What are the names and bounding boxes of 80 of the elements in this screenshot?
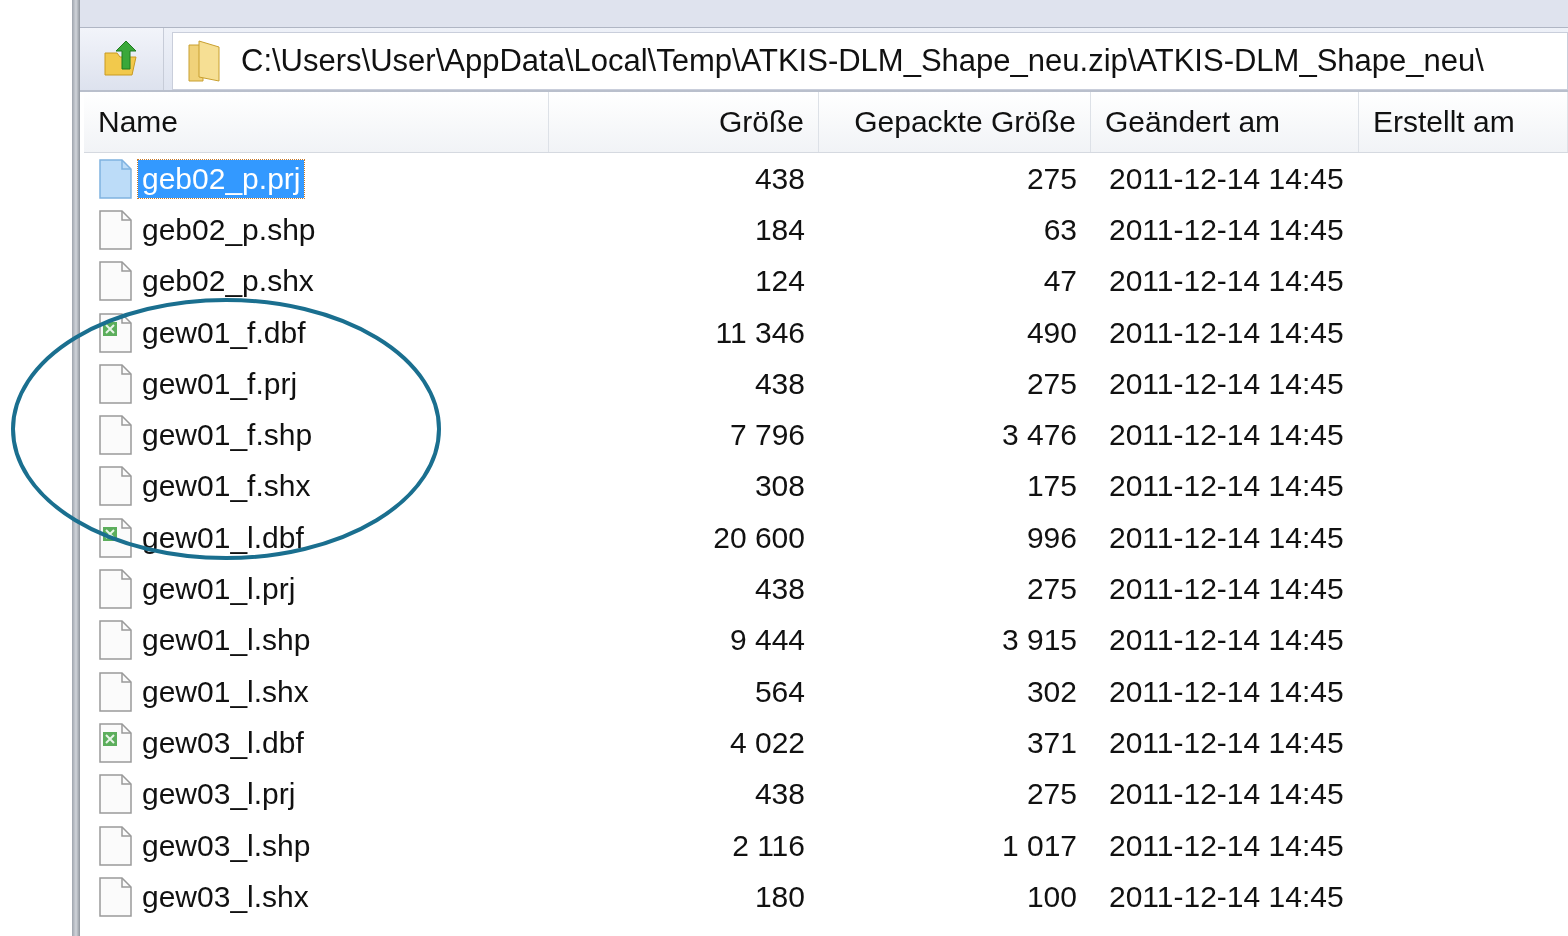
file-name[interactable]: gew01_l.shx	[138, 672, 313, 711]
packed-size-cell-text: 275	[1025, 161, 1078, 196]
column-header[interactable]: Geändert am	[1091, 92, 1359, 152]
size-cell-text: 184	[753, 212, 806, 247]
packed-size-cell-text: 3 915	[1000, 623, 1078, 658]
file-name[interactable]: gew01_f.prj	[138, 364, 302, 403]
file-name[interactable]: gew01_l.prj	[138, 570, 300, 608]
file-icon	[98, 876, 132, 917]
file-icon	[98, 261, 132, 302]
packed-size-cell-text: 371	[1025, 725, 1078, 760]
modified-date-cell-text: 2011-12-14 14:45	[1108, 212, 1345, 247]
size-cell-text: 7 796	[728, 418, 806, 453]
size-cell-text: 180	[753, 879, 806, 914]
modified-date-cell-text: 2011-12-14 14:45	[1108, 161, 1345, 196]
file-icon	[98, 774, 132, 815]
packed-size-cell-text: 175	[1025, 469, 1078, 504]
size-cell-text: 438	[753, 161, 806, 196]
column-header[interactable]: Erstellt am	[1359, 92, 1568, 152]
modified-date-cell-text: 2011-12-14 14:45	[1108, 828, 1345, 863]
modified-date-cell-text: 2011-12-14 14:45	[1108, 777, 1345, 812]
file-icon	[98, 363, 132, 404]
size-cell-text: 124	[753, 264, 806, 299]
modified-date-cell-text: 2011-12-14 14:45	[1108, 264, 1345, 299]
file-name[interactable]: geb02_p.shx	[138, 262, 318, 301]
file-icon	[98, 825, 132, 866]
column-header[interactable]: Gepackte Größe	[819, 92, 1091, 152]
size-cell-text: 2 116	[731, 828, 806, 863]
up-folder-button[interactable]	[80, 28, 164, 90]
modified-date-cell-text: 2011-12-14 14:45	[1108, 674, 1345, 709]
packed-size-cell-text: 275	[1025, 777, 1078, 812]
size-cell-text: 20 600	[712, 520, 806, 555]
size-cell-text: 4 022	[728, 725, 806, 760]
path-field[interactable]: C:\Users\User\AppData\Local\Temp\ATKIS-DLM_Shape_neu.zip\ATKIS-DLM_Shape_neu\	[172, 32, 1568, 90]
packed-size-cell-text: 1 017	[1000, 828, 1078, 863]
packed-size-cell-text: 996	[1025, 520, 1078, 555]
modified-date-cell-text: 2011-12-14 14:45	[1108, 572, 1345, 606]
size-cell-text: 11 346	[714, 315, 806, 350]
file-name[interactable]: gew01_l.shp	[138, 621, 315, 660]
packed-size-cell-text: 302	[1025, 674, 1078, 709]
file-name[interactable]: gew01_l.dbf	[138, 518, 308, 557]
file-name[interactable]: gew01_f.shx	[138, 467, 315, 506]
file-icon	[98, 671, 132, 712]
size-cell-text: 438	[753, 777, 806, 812]
size-cell-text: 564	[753, 674, 806, 709]
file-icon	[98, 415, 132, 456]
packed-size-cell-text: 100	[1025, 879, 1078, 914]
packed-size-cell-text: 490	[1025, 315, 1078, 350]
modified-date-cell-text: 2011-12-14 14:45	[1108, 725, 1345, 760]
packed-size-cell-text: 47	[1042, 264, 1078, 299]
modified-date-cell-text: 2011-12-14 14:45	[1108, 418, 1345, 453]
file-name[interactable]: geb02_p.shp	[138, 210, 320, 249]
file-name[interactable]: gew03_l.shp	[138, 826, 315, 865]
file-name[interactable]: gew01_f.shp	[138, 416, 317, 455]
file-icon	[98, 466, 132, 507]
size-cell-text: 9 444	[728, 623, 806, 658]
column-header[interactable]: Name	[84, 92, 549, 152]
size-cell-text: 438	[753, 572, 806, 606]
file-icon	[98, 209, 132, 250]
spreadsheet-file-icon	[98, 722, 132, 763]
column-header[interactable]: Größe	[549, 92, 819, 152]
file-name[interactable]: gew03_l.dbf	[138, 723, 308, 762]
folder-icon	[187, 39, 223, 83]
modified-date-cell-text: 2011-12-14 14:45	[1108, 879, 1345, 914]
packed-size-cell-text: 63	[1042, 212, 1078, 247]
modified-date-cell-text: 2011-12-14 14:45	[1108, 520, 1345, 555]
size-cell-text: 308	[753, 469, 806, 504]
packed-size-cell-text: 275	[1025, 366, 1078, 401]
file-name[interactable]: gew03_l.prj	[138, 775, 300, 814]
modified-date-cell-text: 2011-12-14 14:45	[1108, 366, 1345, 401]
modified-date-cell-text: 2011-12-14 14:45	[1108, 315, 1345, 350]
file-icon	[98, 158, 132, 199]
file-icon	[98, 569, 132, 609]
modified-date-cell-text: 2011-12-14 14:45	[1108, 469, 1345, 504]
packed-size-cell-text: 275	[1025, 572, 1078, 606]
file-icon	[98, 620, 132, 661]
size-cell-text: 438	[753, 366, 806, 401]
file-name[interactable]: gew01_f.dbf	[138, 313, 310, 352]
packed-size-cell-text: 3 476	[1000, 418, 1078, 453]
file-name[interactable]: gew03_l.shx	[138, 877, 313, 916]
modified-date-cell-text: 2011-12-14 14:45	[1108, 623, 1345, 658]
